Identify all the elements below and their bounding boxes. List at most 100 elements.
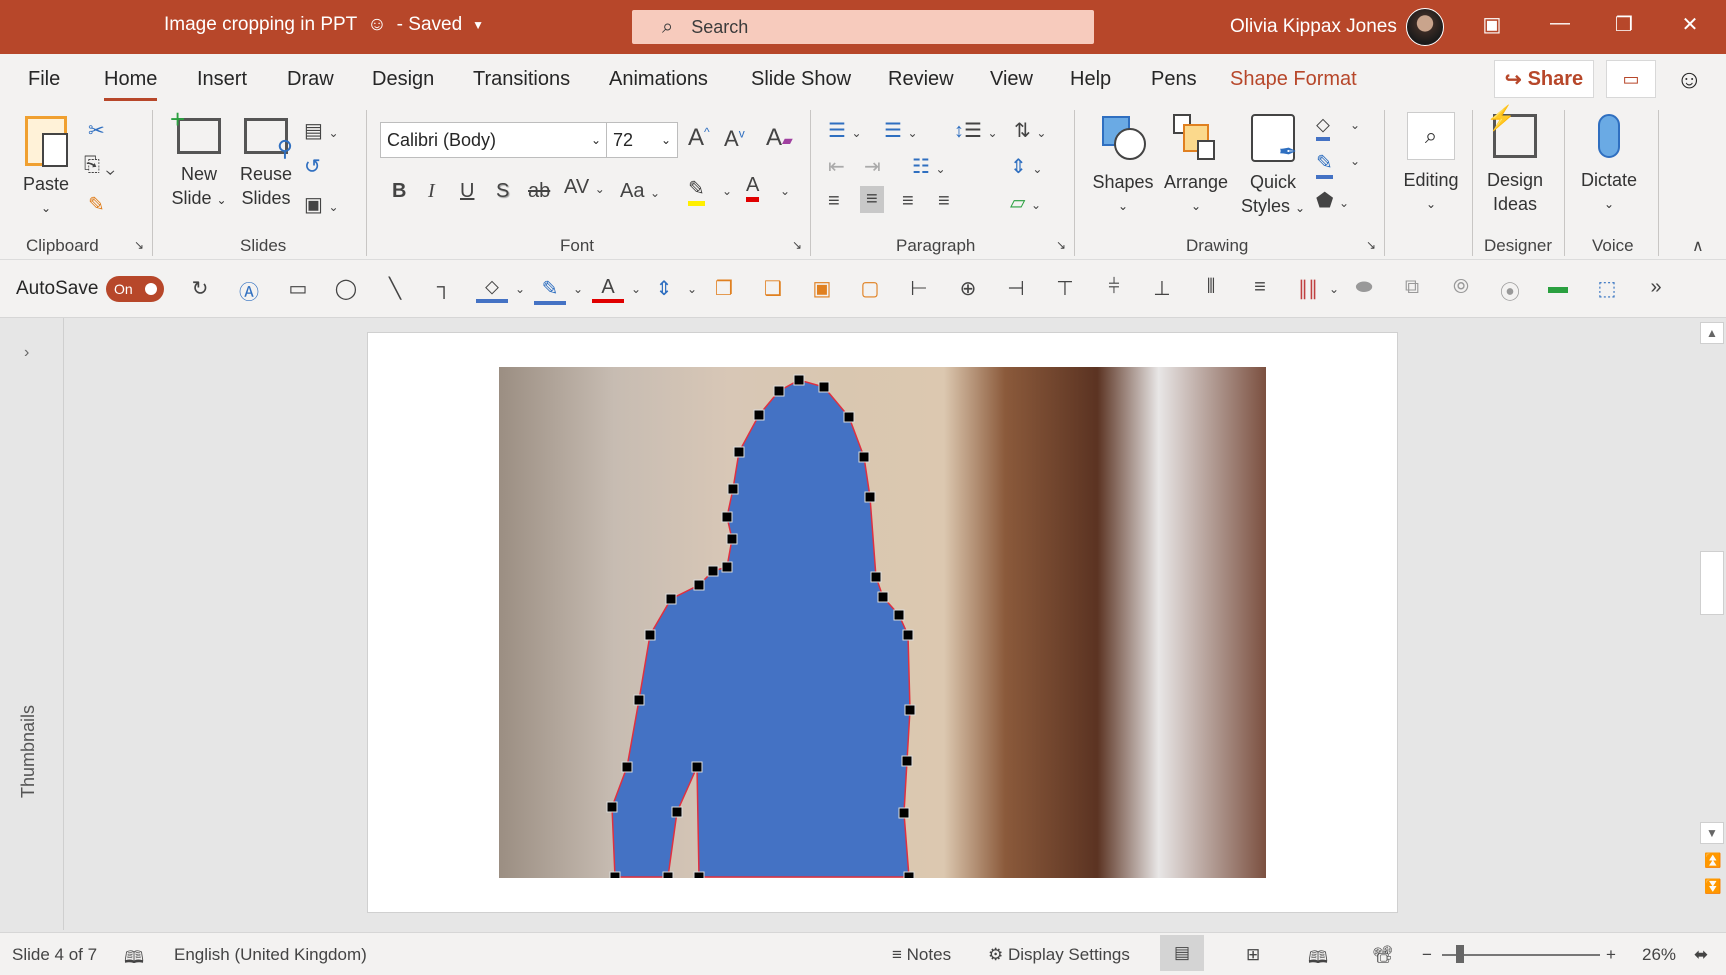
document-title-area[interactable]: Image cropping in PPT ☺ - Saved ▼	[164, 14, 484, 36]
edit-point-handle[interactable]	[793, 374, 805, 386]
send-backward-icon[interactable]: ❑	[757, 276, 789, 301]
dialog-launcher-icon[interactable]: ↘	[1056, 238, 1066, 252]
collapse-ribbon-icon[interactable]: ∧	[1692, 236, 1704, 256]
font-color-icon[interactable]: A	[746, 174, 760, 202]
dialog-launcher-icon[interactable]: ↘	[1366, 238, 1376, 252]
shape-outline-icon[interactable]: ✎	[1316, 150, 1333, 179]
edit-point-handle[interactable]	[606, 801, 618, 813]
align-bottom-icon[interactable]: ⊥	[1146, 276, 1178, 301]
bring-to-front-icon[interactable]: ▣	[806, 276, 838, 301]
increase-font-size-icon[interactable]: A^	[688, 124, 710, 152]
align-right-icon[interactable]: ⊣	[1000, 276, 1032, 301]
format-painter-icon[interactable]: ✎	[88, 192, 105, 217]
distribute-vertically-icon[interactable]: ≡	[1244, 276, 1276, 299]
align-right-icon[interactable]: ≡	[902, 190, 914, 213]
tab-slide-show[interactable]: Slide Show	[751, 68, 851, 91]
edit-point-handle[interactable]	[665, 593, 677, 605]
edit-point-handle[interactable]	[904, 704, 916, 716]
reset-slide-icon[interactable]: ↺	[304, 154, 321, 179]
edit-point-handle[interactable]	[633, 694, 645, 706]
line-spacing-icon[interactable]: ↕☰ ⌄	[954, 118, 998, 143]
new-slide-button[interactable]: + New Slide ⌄	[164, 106, 234, 212]
expand-thumbnails-icon[interactable]: ›	[24, 344, 29, 362]
tab-home[interactable]: Home	[104, 68, 158, 101]
edit-point-handle[interactable]	[893, 609, 905, 621]
edit-point-handle[interactable]	[864, 491, 876, 503]
edit-point-handle[interactable]	[707, 565, 719, 577]
tab-review[interactable]: Review	[888, 68, 954, 91]
edit-point-handle[interactable]	[818, 381, 830, 393]
edit-point-handle[interactable]	[903, 871, 915, 878]
slide-show-button[interactable]: 📽	[1372, 945, 1394, 965]
tab-animations[interactable]: Animations	[609, 68, 708, 91]
language-indicator[interactable]: English (United Kingdom)	[174, 945, 367, 965]
zoom-out-button[interactable]: −	[1422, 945, 1432, 965]
edit-point-handle[interactable]	[644, 629, 656, 641]
tab-shape-format[interactable]: Shape Format	[1230, 68, 1357, 91]
edit-points-icon[interactable]: ⬚	[1591, 276, 1623, 301]
layout-icon[interactable]: ▤ ⌄	[304, 118, 339, 143]
merge-intersect-icon[interactable]: ⦾	[1445, 276, 1477, 299]
close-button[interactable]: ✕	[1670, 12, 1710, 37]
freeform-shape[interactable]	[499, 367, 1266, 878]
highlight-color-icon[interactable]: ✎	[688, 176, 705, 206]
connector-icon[interactable]: ┐	[428, 276, 460, 299]
edit-point-handle[interactable]	[870, 571, 882, 583]
convert-to-smartart-icon[interactable]: ▱ ⌄	[1010, 190, 1041, 215]
text-shadow-icon[interactable]: S	[496, 180, 509, 203]
tab-insert[interactable]: Insert	[197, 68, 247, 91]
cut-icon[interactable]: ✂	[88, 118, 105, 143]
tab-help[interactable]: Help	[1070, 68, 1111, 91]
tab-draw[interactable]: Draw	[287, 68, 334, 91]
shape-effects-icon[interactable]: ⬟ ⌄	[1316, 188, 1349, 213]
chevron-down-icon[interactable]: ⌄	[1350, 118, 1360, 132]
align-top-icon[interactable]: ⊤	[1049, 276, 1081, 301]
avatar[interactable]	[1406, 8, 1444, 46]
scrollbar-thumb[interactable]	[1700, 551, 1724, 615]
rectangle-icon[interactable]: ▭	[282, 276, 314, 301]
slide-sorter-button[interactable]: ⊞	[1246, 945, 1260, 965]
comments-button[interactable]: ▭	[1606, 60, 1656, 98]
share-button[interactable]: ↪ Share	[1494, 60, 1594, 98]
oval-icon[interactable]: ◯	[330, 276, 362, 301]
edit-point-handle[interactable]	[721, 511, 733, 523]
scroll-up-button[interactable]: ▲	[1700, 322, 1724, 344]
tab-transitions[interactable]: Transitions	[473, 68, 570, 91]
editing-button[interactable]: ⌕ Editing ⌄	[1396, 112, 1466, 216]
decrease-indent-icon[interactable]: ⇤	[828, 154, 845, 179]
clear-formatting-icon[interactable]: A▰	[766, 124, 793, 152]
chevron-down-icon[interactable]: ⌄	[1318, 282, 1350, 296]
edit-point-handle[interactable]	[773, 385, 785, 397]
edit-point-handle[interactable]	[843, 411, 855, 423]
zoom-in-button[interactable]: +	[1606, 945, 1616, 965]
edit-point-handle[interactable]	[691, 761, 703, 773]
edit-point-handle[interactable]	[621, 761, 633, 773]
align-center-icon[interactable]: ≡	[860, 186, 884, 213]
font-name-combo[interactable]: Calibri (Body) ⌄	[380, 122, 608, 158]
minimize-button[interactable]: —	[1540, 12, 1580, 35]
align-middle-icon[interactable]: ⫩	[1098, 276, 1130, 299]
tab-pens[interactable]: Pens	[1151, 68, 1197, 91]
columns-icon[interactable]: ☷ ⌄	[912, 154, 946, 179]
bring-forward-icon[interactable]: ❐	[708, 276, 740, 301]
edit-point-handle[interactable]	[753, 409, 765, 421]
restore-button[interactable]: ❐	[1604, 12, 1644, 37]
edit-point-handle[interactable]	[693, 579, 705, 591]
edit-point-handle[interactable]	[898, 807, 910, 819]
merge-subtract-icon[interactable]: ⦿	[1494, 276, 1526, 305]
shapes-button[interactable]: Shapes ⌄	[1088, 114, 1158, 218]
edit-point-handle[interactable]	[609, 871, 621, 878]
edit-point-handle[interactable]	[858, 451, 870, 463]
reading-view-button[interactable]: 🕮	[1308, 945, 1328, 974]
increase-indent-icon[interactable]: ⇥	[864, 154, 881, 179]
save-refresh-icon[interactable]: ↻	[184, 276, 216, 301]
edit-point-handle[interactable]	[671, 806, 683, 818]
dialog-launcher-icon[interactable]: ↘	[792, 238, 802, 252]
chevron-down-icon[interactable]: ⌄	[504, 282, 536, 296]
edit-point-handle[interactable]	[901, 755, 913, 767]
feedback-smiley-icon[interactable]: ☺	[1676, 64, 1703, 95]
edit-point-handle[interactable]	[877, 591, 889, 603]
align-text-icon[interactable]: ⇕ ⌄	[1010, 154, 1042, 179]
italic-icon[interactable]: I	[428, 180, 435, 203]
dictate-button[interactable]: Dictate ⌄	[1574, 114, 1644, 216]
